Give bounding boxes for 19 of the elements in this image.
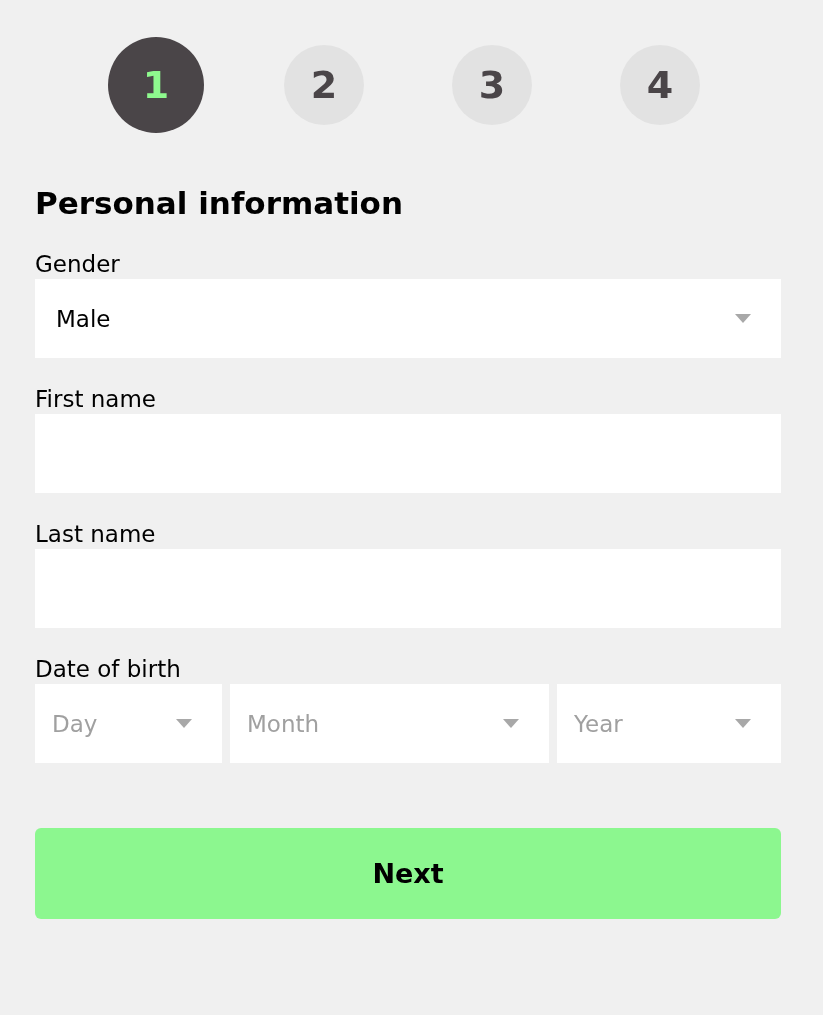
caret-icon (735, 719, 751, 728)
section-heading: Personal information (35, 184, 404, 223)
select-placeholder: Day (52, 710, 98, 737)
caret-icon (176, 719, 192, 728)
step-indicator[interactable]: 2 (284, 45, 364, 125)
next-button[interactable]: Next (35, 828, 781, 919)
field-label: Date of birth (35, 655, 182, 684)
select-placeholder: Month (247, 710, 320, 737)
select-value: Male (56, 305, 111, 332)
step-indicator[interactable]: 4 (620, 45, 700, 125)
caret-icon (735, 314, 751, 323)
caret-icon (503, 719, 519, 728)
step-indicator[interactable]: 1 (108, 37, 204, 133)
select-placeholder: Year (574, 710, 623, 737)
field-label: First name (35, 385, 157, 414)
field-label: Last name (35, 520, 157, 549)
step-indicator[interactable]: 3 (452, 45, 532, 125)
select-field[interactable]: Male (35, 279, 781, 358)
field-label: Gender (35, 250, 121, 279)
